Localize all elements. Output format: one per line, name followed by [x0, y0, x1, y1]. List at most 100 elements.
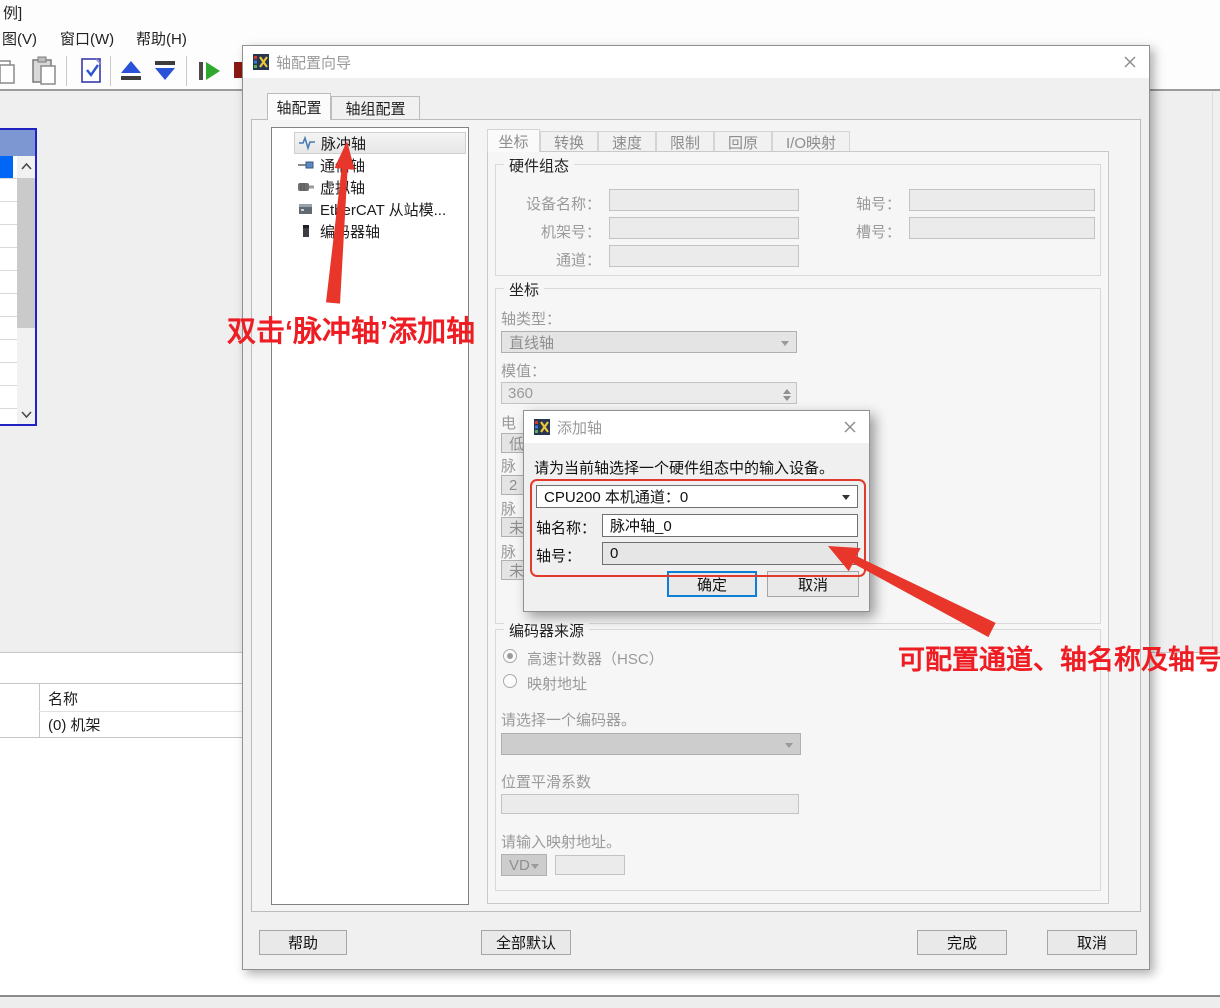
- scroll-up-icon[interactable]: [17, 156, 35, 176]
- help-button[interactable]: 帮助: [259, 930, 347, 955]
- table-row-divider: [39, 711, 242, 712]
- tab-axis-config[interactable]: 轴配置: [267, 93, 331, 120]
- device-channel-combo[interactable]: CPU200 本机通道：0: [536, 485, 858, 508]
- finish-button[interactable]: 完成: [917, 930, 1007, 955]
- upload-icon[interactable]: [118, 58, 144, 89]
- menu-help[interactable]: 帮助(H): [136, 28, 187, 49]
- table-bottom-border: [0, 737, 242, 738]
- axis-name-label: 轴名称：: [536, 517, 596, 538]
- select-encoder-label: 请选择一个编码器。: [501, 709, 636, 730]
- rack-panel-scrollbar[interactable]: [17, 156, 35, 424]
- subtab-homing[interactable]: 回原: [714, 131, 772, 152]
- chevron-down-icon: [531, 864, 539, 873]
- coordinate-group-title: 坐标: [504, 279, 544, 300]
- hardware-rack-panel: [0, 128, 37, 426]
- device-name-label: 设备名称：: [511, 193, 601, 214]
- modulo-label: 模值：: [501, 360, 546, 381]
- subtab-transform[interactable]: 转换: [540, 131, 598, 152]
- channel-field[interactable]: [609, 245, 799, 267]
- wizard-app-icon: [253, 54, 269, 70]
- menu-window[interactable]: 窗口(W): [60, 28, 114, 49]
- add-axis-titlebar[interactable]: 添加轴: [524, 411, 869, 443]
- add-axis-no-label: 轴号：: [536, 545, 581, 566]
- slot-no-field[interactable]: [909, 217, 1095, 239]
- device-name-field[interactable]: [609, 189, 799, 211]
- add-axis-close-icon[interactable]: [841, 418, 859, 436]
- toolbar-separator: [66, 56, 67, 86]
- smooth-factor-label: 位置平滑系数: [501, 771, 591, 792]
- axis-name-input[interactable]: 脉冲轴_0: [602, 514, 858, 537]
- add-axis-dialog: 添加轴 请为当前轴选择一个硬件组态中的输入设备。 CPU200 本机通道：0 轴…: [523, 410, 870, 612]
- channel-label: 通道：: [511, 249, 601, 270]
- rack-panel-rows: [0, 156, 17, 424]
- tree-item-comm-axis[interactable]: 通信轴: [294, 154, 466, 176]
- axis-no-field[interactable]: [909, 189, 1095, 211]
- chevron-down-icon: [842, 495, 850, 504]
- wizard-cancel-button[interactable]: 取消: [1047, 930, 1137, 955]
- scroll-down-icon[interactable]: [17, 404, 35, 424]
- radio-map-label: 映射地址: [527, 673, 587, 694]
- virtual-axis-icon: [298, 179, 314, 195]
- table-top-border: [0, 683, 242, 684]
- tab-axis-group-config[interactable]: 轴组配置: [331, 96, 420, 120]
- pulse-partial-label-1: 脉: [501, 455, 516, 476]
- add-axis-app-icon: [534, 419, 550, 435]
- encoder-group-title: 编码器来源: [504, 620, 589, 641]
- all-default-button[interactable]: 全部默认: [481, 930, 571, 955]
- wizard-close-icon[interactable]: [1121, 53, 1139, 71]
- radio-hsc[interactable]: [503, 649, 517, 663]
- smooth-factor-field[interactable]: [501, 794, 799, 814]
- copy-icon[interactable]: [0, 57, 18, 90]
- chevron-down-icon: [785, 743, 793, 752]
- tree-item-pulse-axis[interactable]: 脉冲轴: [294, 132, 466, 154]
- add-axis-no-combo[interactable]: 0: [602, 542, 858, 565]
- encoder-axis-icon: [298, 223, 314, 239]
- toolbar-separator: [186, 56, 187, 86]
- axis-type-combo[interactable]: 直线轴: [501, 331, 797, 353]
- ok-button[interactable]: 确定: [667, 571, 757, 597]
- download-icon[interactable]: [152, 58, 178, 89]
- axis-type-label: 轴类型：: [501, 308, 561, 329]
- hardware-group-title: 硬件组态: [504, 155, 574, 176]
- tree-item-encoder-axis[interactable]: 编码器轴: [294, 220, 466, 242]
- address-prefix-combo[interactable]: VD: [501, 854, 547, 876]
- subtab-limit[interactable]: 限制: [656, 131, 714, 152]
- scrollbar-thumb[interactable]: [17, 178, 35, 328]
- encoder-combo[interactable]: [501, 733, 801, 755]
- tree-item-ethercat-module[interactable]: EtherCAT 从站模...: [294, 198, 466, 220]
- comm-axis-icon: [298, 157, 314, 173]
- spinner-arrows-icon[interactable]: [779, 385, 794, 405]
- menu-view[interactable]: 图(V): [2, 28, 37, 49]
- verify-document-icon[interactable]: [78, 56, 106, 91]
- subtab-coordinate[interactable]: 坐标: [487, 129, 540, 152]
- radio-hsc-label: 高速计数器（HSC）: [527, 648, 664, 669]
- annotation-configure-note: 可配置通道、轴名称及轴号: [898, 638, 1220, 677]
- paste-icon[interactable]: [30, 56, 58, 91]
- table-row-rack[interactable]: (0) 机架: [48, 714, 101, 735]
- wizard-titlebar[interactable]: 轴配置向导: [243, 46, 1149, 78]
- stop-icon[interactable]: [234, 62, 242, 78]
- bottom-panel-top-border: [0, 652, 242, 653]
- ethercat-module-icon: [298, 201, 314, 217]
- run-icon[interactable]: [196, 58, 222, 89]
- rack-no-field[interactable]: [609, 217, 799, 239]
- rack-panel-selected-cell[interactable]: [0, 156, 13, 178]
- rack-panel-header: [0, 130, 35, 156]
- subtab-io-mapping[interactable]: I/O映射: [772, 131, 850, 152]
- add-axis-message: 请为当前轴选择一个硬件组态中的输入设备。: [534, 457, 834, 478]
- add-axis-cancel-button[interactable]: 取消: [767, 571, 859, 597]
- axis-no-label: 轴号：: [839, 193, 901, 214]
- map-address-label: 请输入映射地址。: [501, 831, 621, 852]
- subtab-speed[interactable]: 速度: [598, 131, 656, 152]
- table-header-name: 名称: [48, 688, 78, 709]
- workspace-right-divider: [1212, 92, 1213, 648]
- pulse-axis-icon: [299, 135, 315, 151]
- chevron-down-icon: [842, 552, 850, 561]
- app-title-fragment: 例]: [3, 2, 22, 23]
- rack-no-label: 机架号：: [511, 221, 601, 242]
- map-address-field[interactable]: [555, 855, 625, 875]
- slot-no-label: 槽号：: [839, 221, 901, 242]
- radio-map-address[interactable]: [503, 674, 517, 688]
- modulo-spinner[interactable]: 360: [501, 382, 797, 404]
- tree-item-virtual-axis[interactable]: 虚拟轴: [294, 176, 466, 198]
